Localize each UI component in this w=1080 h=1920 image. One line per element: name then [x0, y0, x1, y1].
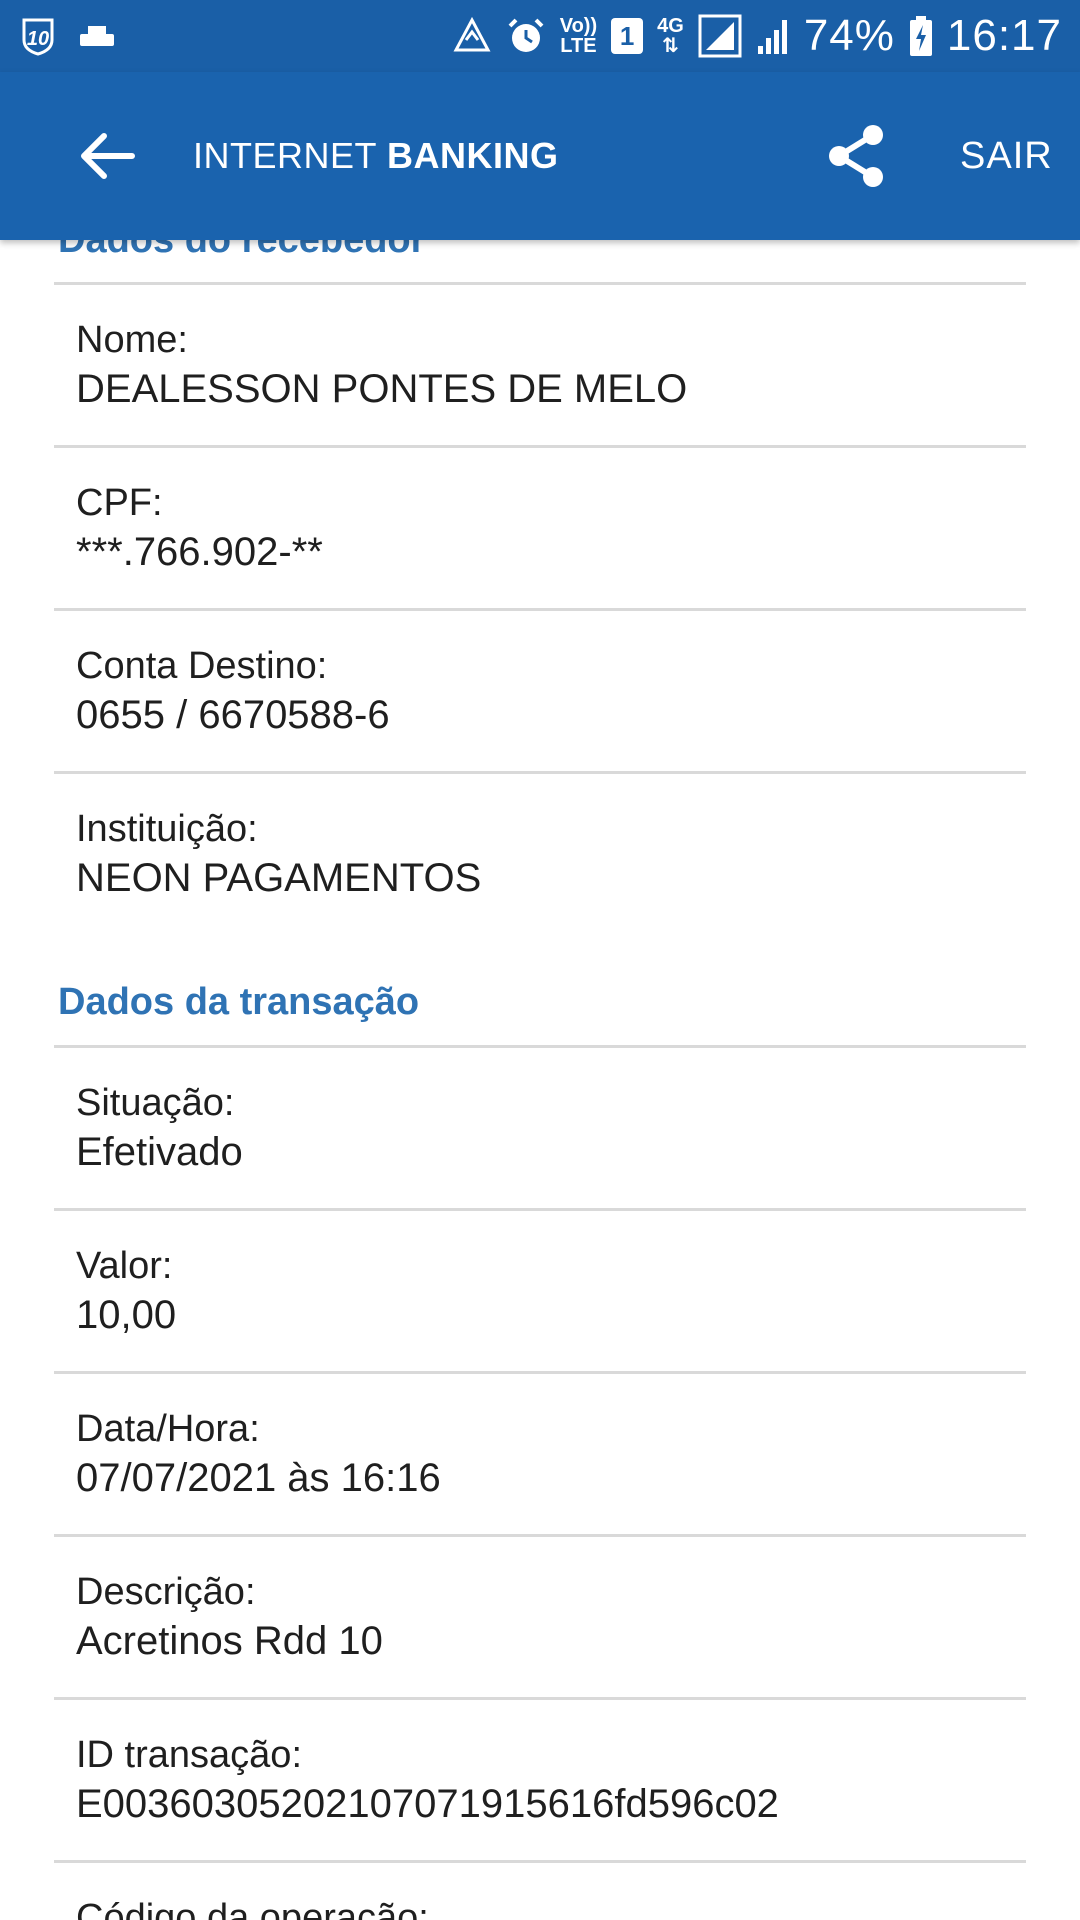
divider — [54, 1860, 1026, 1863]
field-value: 0655 / 6670588-6 — [76, 693, 390, 737]
divider — [54, 771, 1026, 774]
field-instituicao: Instituição: NEON PAGAMENTOS — [76, 805, 1016, 903]
field-label: Código da operação: — [76, 1897, 429, 1920]
share-icon — [829, 125, 883, 187]
signal-strength-icon-2 — [756, 16, 790, 56]
field-value: ***.766.902-** — [76, 530, 323, 574]
field-label: Valor: — [76, 1245, 173, 1287]
app-bar: INTERNET BANKING SAIR — [0, 72, 1080, 240]
app-title-regular: INTERNET — [193, 135, 377, 176]
field-descricao: Descrição: Acretinos Rdd 10 — [76, 1568, 1016, 1666]
transaction-section-title: Dados da transação — [58, 981, 420, 1023]
field-value: 10,00 — [76, 1293, 177, 1337]
field-label: Situação: — [76, 1082, 235, 1124]
divider — [54, 1045, 1026, 1048]
field-label: Descrição: — [76, 1571, 256, 1613]
field-data-hora: Data/Hora: 07/07/2021 às 16:16 — [76, 1405, 1016, 1503]
field-conta-destino: Conta Destino: 0655 / 6670588-6 — [76, 642, 1016, 740]
back-button[interactable] — [68, 124, 148, 188]
field-label: Instituição: — [76, 808, 258, 850]
divider — [54, 1371, 1026, 1374]
network-type-icon: 4G ⇅ — [657, 16, 684, 56]
field-id-transacao: ID transação: E00360305202107071915616fd… — [76, 1731, 1016, 1829]
volte-icon: Vo)) LTE — [560, 16, 597, 56]
status-left: 10 — [18, 16, 116, 56]
sim-slot-badge: 1 — [611, 18, 644, 54]
field-label: CPF: — [76, 482, 163, 524]
volte-line2: LTE — [560, 35, 597, 57]
volte-line1: Vo)) — [559, 15, 598, 37]
status-right: Vo)) LTE 1 4G ⇅ 74% 16:17 — [452, 11, 1062, 61]
field-nome: Nome: DEALESSON PONTES DE MELO — [76, 316, 1016, 414]
alarm-icon — [506, 16, 546, 56]
divider — [54, 1208, 1026, 1211]
usb-icon — [78, 24, 116, 48]
app-badge-text: 10 — [27, 28, 49, 50]
field-value: E00360305202107071915616fd596c02 — [76, 1782, 779, 1826]
field-value: DEALESSON PONTES DE MELO — [76, 367, 688, 411]
logout-button[interactable]: SAIR — [960, 132, 1053, 180]
battery-percent: 74% — [803, 11, 895, 60]
app-title-bold: BANKING — [387, 135, 559, 176]
signal-strength-icon-1 — [698, 14, 742, 58]
status-bar: 10 Vo)) LTE 1 4G ⇅ 74% 16:17 — [0, 0, 1080, 72]
field-label: Conta Destino: — [76, 645, 328, 687]
network-arrows: ⇅ — [662, 35, 679, 57]
battery-charging-icon — [909, 15, 933, 57]
app-title: INTERNET BANKING — [193, 130, 559, 182]
field-valor: Valor: 10,00 — [76, 1242, 1016, 1340]
field-value: Acretinos Rdd 10 — [76, 1619, 383, 1663]
divider — [54, 282, 1026, 285]
field-value: Efetivado — [76, 1130, 243, 1174]
data-saver-icon — [452, 16, 492, 56]
field-value: 07/07/2021 às 16:16 — [76, 1456, 441, 1500]
clock: 16:17 — [946, 11, 1062, 60]
network-type-label: 4G — [657, 15, 684, 37]
divider — [54, 1534, 1026, 1537]
field-codigo-operacao: Código da operação: — [76, 1894, 1016, 1920]
receiver-section-title: Dados do recebedor — [58, 240, 426, 261]
app-notification-icon: 10 — [18, 16, 56, 56]
back-arrow-icon — [81, 133, 135, 179]
share-button[interactable] — [822, 116, 892, 196]
field-situacao: Situação: Efetivado — [76, 1079, 1016, 1177]
field-cpf: CPF: ***.766.902-** — [76, 479, 1016, 577]
field-label: Nome: — [76, 319, 188, 361]
divider — [54, 445, 1026, 448]
field-value: NEON PAGAMENTOS — [76, 856, 482, 900]
divider — [54, 1697, 1026, 1700]
divider — [54, 608, 1026, 611]
receipt-content[interactable]: Dados do recebedor Nome: DEALESSON PONTE… — [0, 240, 1080, 1920]
field-label: Data/Hora: — [76, 1408, 260, 1450]
field-label: ID transação: — [76, 1734, 302, 1776]
